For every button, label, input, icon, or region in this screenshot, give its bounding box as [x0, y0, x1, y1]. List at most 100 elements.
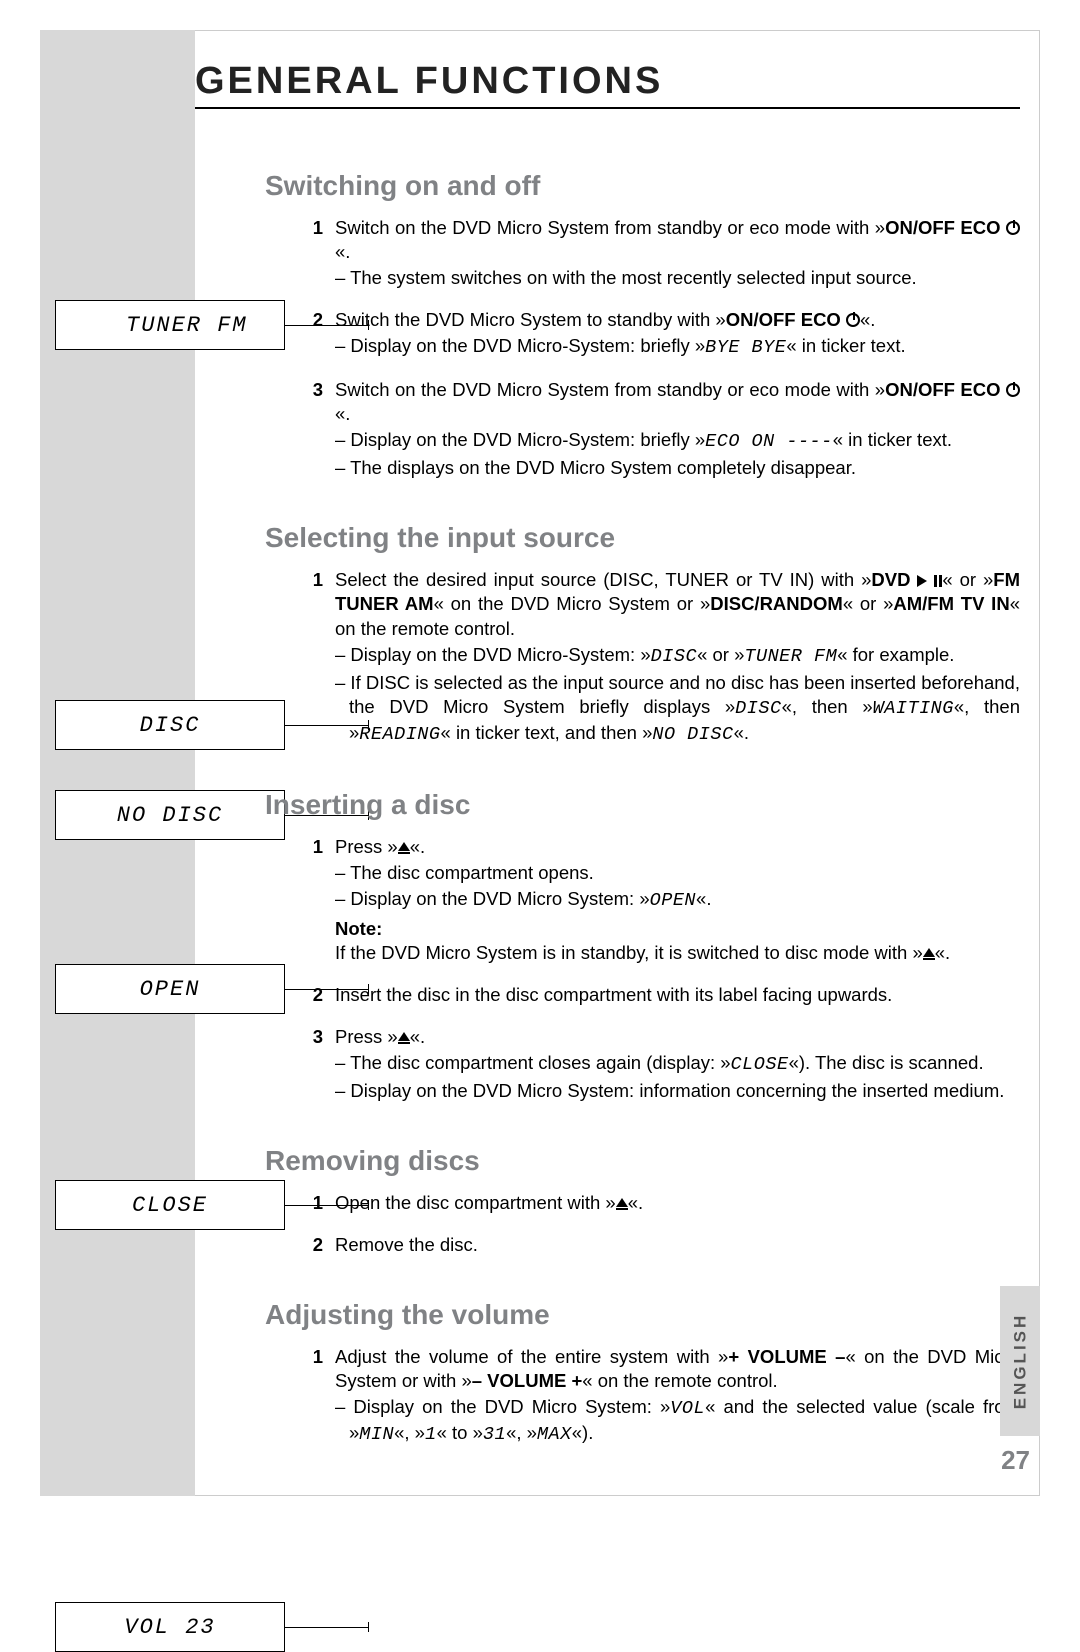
page-number: 27 — [1001, 1445, 1030, 1476]
section-switching: Switching on and off 1 Switch on the DVD… — [305, 170, 1020, 480]
step-number: 1 — [305, 1345, 323, 1447]
display-value: VOL — [670, 1398, 705, 1419]
content-area: Switching on and off 1 Switch on the DVD… — [305, 170, 1020, 1489]
text: Press » — [335, 1026, 398, 1047]
text: Insert the disc in the disc compartment … — [335, 983, 1020, 1007]
text: «, » — [394, 1422, 425, 1443]
text: «, then » — [782, 696, 873, 717]
text: Select the desired input source (DISC, T… — [335, 569, 871, 590]
display-value: DISC — [651, 646, 697, 667]
bold-text: DVD — [871, 569, 917, 590]
display-open: OPEN — [55, 964, 285, 1014]
text: «). — [572, 1422, 594, 1443]
text: – Display on the DVD Micro-System: brief… — [335, 429, 705, 450]
pause-icon — [934, 575, 937, 587]
display-value: CLOSE — [731, 1054, 789, 1075]
display-value: DISC — [735, 698, 781, 719]
section-heading: Inserting a disc — [265, 789, 1020, 821]
text: – Display on the DVD Micro-System: brief… — [335, 335, 705, 356]
page-header: GENERAL FUNCTIONS ______________________… — [195, 60, 1020, 109]
sub-text: – The displays on the DVD Micro System c… — [335, 456, 1020, 480]
note-label: Note: — [335, 917, 1020, 941]
text: Press » — [335, 836, 398, 857]
text: Remove the disc. — [335, 1233, 1020, 1257]
section-selecting: Selecting the input source 1 Select the … — [305, 522, 1020, 746]
text: «. — [335, 403, 350, 424]
display-value: OPEN — [650, 890, 696, 911]
step-3: 3 Switch on the DVD Micro System from st… — [305, 378, 1020, 480]
text: « for example. — [837, 644, 954, 665]
language-label: ENGLISH — [1010, 1313, 1030, 1410]
text: « on the DVD Micro System or » — [434, 593, 711, 614]
section-heading: Selecting the input source — [265, 522, 1020, 554]
display-value: 1 — [425, 1424, 437, 1445]
display-value: MIN — [359, 1424, 394, 1445]
bold-text: ON/OFF ECO — [885, 379, 1006, 400]
step-number: 2 — [305, 308, 323, 360]
display-text: NO DISC — [117, 803, 223, 828]
step-2: 2 Remove the disc. — [305, 1233, 1020, 1257]
text: – Display on the DVD Micro System: » — [335, 888, 650, 909]
text: Adjust the volume of the entire system w… — [335, 1346, 728, 1367]
text: Open the disc compartment with » — [335, 1192, 616, 1213]
display-value: MAX — [537, 1424, 572, 1445]
text: – Display on the DVD Micro-System: » — [335, 644, 651, 665]
text: «. — [696, 888, 711, 909]
display-text: TUNER FM — [126, 313, 248, 338]
text: «. — [410, 1026, 425, 1047]
text: «). The disc is scanned. — [789, 1052, 984, 1073]
step-3: 3 Press »«. – The disc compartment close… — [305, 1025, 1020, 1103]
display-vol: VOL 23 — [55, 1602, 285, 1652]
display-text: DISC — [140, 713, 201, 738]
text: Switch the DVD Micro System to standby w… — [335, 309, 726, 330]
bold-text: – VOLUME + — [472, 1370, 583, 1391]
display-value: TUNER FM — [744, 646, 837, 667]
display-value: ECO ON ---- — [705, 431, 833, 452]
step-2: 2 Insert the disc in the disc compartmen… — [305, 983, 1020, 1007]
section-heading: Switching on and off — [265, 170, 1020, 202]
text: « in ticker text, and then » — [441, 722, 653, 743]
display-value: READING — [359, 724, 440, 745]
step-1: 1 Adjust the volume of the entire system… — [305, 1345, 1020, 1447]
bold-text: DISC/RANDOM — [710, 593, 843, 614]
eject-icon — [398, 1032, 410, 1041]
step-number: 1 — [305, 568, 323, 746]
sub-text: – The disc compartment opens. — [335, 861, 1020, 885]
display-value: NO DISC — [652, 724, 733, 745]
eject-icon — [616, 1198, 628, 1207]
page-title: GENERAL FUNCTIONS — [195, 60, 663, 103]
section-heading: Adjusting the volume — [265, 1299, 1020, 1331]
text: Switch on the DVD Micro System from stan… — [335, 379, 885, 400]
bold-text: ON/OFF ECO — [885, 217, 1006, 238]
display-disc: DISC — [55, 700, 285, 750]
display-value: WAITING — [873, 698, 954, 719]
section-heading: Removing discs — [265, 1145, 1020, 1177]
sub-text: – The system switches on with the most r… — [335, 266, 1020, 290]
step-number: 1 — [305, 835, 323, 965]
eject-icon — [398, 842, 410, 851]
display-tuner-fm: TUNER FM — [55, 300, 285, 350]
sub-text: – Display on the DVD Micro System: infor… — [335, 1079, 1020, 1103]
section-removing: Removing discs 1 Open the disc compartme… — [305, 1145, 1020, 1257]
step-2: 2 Switch the DVD Micro System to standby… — [305, 308, 1020, 360]
power-icon — [1006, 383, 1020, 397]
text: « or » — [843, 593, 894, 614]
display-no-disc: NO DISC — [55, 790, 285, 840]
text: « in ticker text. — [833, 429, 952, 450]
eject-icon — [923, 948, 935, 957]
step-1: 1 Open the disc compartment with »«. — [305, 1191, 1020, 1215]
step-number: 1 — [305, 216, 323, 290]
bold-text: AM/FM TV IN — [893, 593, 1009, 614]
display-close: CLOSE — [55, 1180, 285, 1230]
text: – The disc compartment closes again (dis… — [335, 1052, 731, 1073]
display-text: VOL 23 — [124, 1615, 215, 1640]
play-icon — [917, 575, 927, 587]
display-value: BYE BYE — [705, 337, 786, 358]
text: «. — [410, 836, 425, 857]
text: – Display on the DVD Micro System: » — [335, 1396, 670, 1417]
step-number: 1 — [305, 1191, 323, 1215]
text: «. — [335, 241, 350, 262]
power-icon — [1006, 221, 1020, 235]
step-number: 3 — [305, 378, 323, 480]
text: «, » — [506, 1422, 537, 1443]
